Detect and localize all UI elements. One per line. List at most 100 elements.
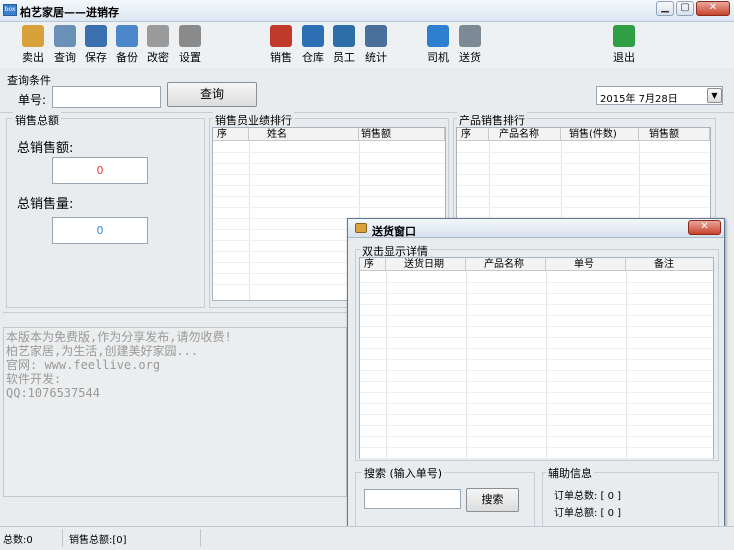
column-header[interactable]: 销售(件数)	[561, 128, 639, 141]
total-qty-value: 0	[52, 217, 148, 244]
product-ranking-legend: 产品销售排行	[457, 112, 527, 128]
status-bar: 总数:0 销售总额:[0]	[0, 526, 734, 550]
backup-icon	[116, 25, 138, 47]
building-chart-icon	[365, 25, 387, 47]
toolbar-button[interactable]: 备份	[112, 25, 142, 65]
magnifier-icon	[54, 25, 76, 47]
toolbar-button[interactable]: 统计	[361, 25, 391, 65]
toolbar-button[interactable]: 保存	[81, 25, 111, 65]
grid-row-line	[213, 185, 445, 186]
chevron-down-icon[interactable]: ▼	[707, 88, 722, 103]
grid-row-line	[360, 425, 713, 426]
column-header[interactable]: 姓名	[249, 128, 359, 141]
order-number-input[interactable]	[52, 86, 161, 108]
toolbar-button[interactable]: 设置	[175, 25, 205, 65]
toolbar-button[interactable]: 卖出	[18, 25, 48, 65]
toolbar-button-label: 司机	[427, 51, 449, 64]
delivery-search-button[interactable]: 搜索	[466, 488, 519, 512]
grid-row-line	[213, 196, 445, 197]
notice-line: 本版本为免费版,作为分享发布,请勿收费!	[6, 330, 232, 344]
app-box-icon: box	[3, 4, 17, 16]
toolbar-button[interactable]: 仓库	[298, 25, 328, 65]
dialog-close-button[interactable]: ✕	[688, 220, 721, 235]
divider	[0, 112, 734, 113]
delivery-search-input[interactable]	[364, 489, 461, 509]
grid-row-line	[457, 152, 710, 153]
total-amount-label: 总销售额:	[17, 141, 74, 156]
toolbar-button-label: 保存	[85, 51, 107, 64]
toolbar-button[interactable]: 查询	[50, 25, 80, 65]
status-sales-total: 销售总额:[0]	[69, 535, 127, 546]
grid-row-line	[360, 359, 713, 360]
toolbar: 卖出 查询 保存 备份 改密 设置 销售 仓库 员工 统计 司机 送货 退出	[0, 22, 734, 68]
toolbar-button-label: 统计	[365, 51, 387, 64]
grid-row-line	[457, 174, 710, 175]
box-icon	[302, 25, 324, 47]
column-header[interactable]: 产品名称	[466, 258, 546, 271]
delivery-window-icon	[355, 223, 367, 233]
product-ranking-grid[interactable]: 序 产品名称 销售(件数) 销售额	[456, 127, 711, 225]
aux-info-legend: 辅助信息	[546, 465, 594, 481]
toolbar-button[interactable]: 改密	[143, 25, 173, 65]
truck-icon	[459, 25, 481, 47]
toolbar-button-label: 仓库	[302, 51, 324, 64]
toolbar-button[interactable]: 退出	[609, 25, 639, 65]
grid-row-line	[360, 348, 713, 349]
total-amount-value: 0	[52, 157, 148, 184]
delivery-dialog[interactable]: 送货窗口 ✕ 双击显示详情 序 送货日期 产品名称 单号 备注 搜索 (输入单号…	[347, 218, 725, 537]
query-button[interactable]: 查询	[167, 82, 257, 107]
grid-row-line	[213, 207, 445, 208]
toolbar-button[interactable]: 销售	[266, 25, 296, 65]
toolbar-button[interactable]: 送货	[455, 25, 485, 65]
notice-line: 官网: www.feellive.org	[6, 358, 161, 372]
save-icon	[85, 25, 107, 47]
status-divider	[200, 529, 201, 547]
column-header[interactable]: 销售额	[359, 128, 445, 141]
search-legend: 搜索 (输入单号)	[362, 465, 445, 481]
maximize-button[interactable]: ▢	[676, 1, 694, 16]
grid-row-line	[360, 458, 713, 459]
grid-row-line	[360, 403, 713, 404]
toolbar-button[interactable]: 司机	[423, 25, 453, 65]
basket-icon	[270, 25, 292, 47]
toolbar-button-label: 设置	[179, 51, 201, 64]
grid-row-line	[457, 163, 710, 164]
date-picker[interactable]: 2015年 7月28日 ▼	[596, 86, 723, 105]
grid-row-line	[360, 315, 713, 316]
grid-row-line	[360, 282, 713, 283]
grid-row-line	[360, 370, 713, 371]
query-legend: 查询条件	[7, 74, 51, 87]
column-header[interactable]: 序	[213, 128, 249, 141]
grid-row-line	[457, 207, 710, 208]
grid-row-line	[457, 196, 710, 197]
notice-line: 软件开发:	[6, 372, 62, 386]
close-button[interactable]: ✕	[696, 1, 730, 16]
grid-row-line	[360, 392, 713, 393]
delivery-grid[interactable]: 序 送货日期 产品名称 单号 备注	[359, 257, 714, 459]
grid-row-line	[213, 174, 445, 175]
title-bar[interactable]: box 柏艺家居——进销存 ▁ ▢ ✕	[0, 0, 734, 22]
minimize-button[interactable]: ▁	[656, 1, 674, 16]
staff-ranking-legend: 销售员业绩排行	[213, 112, 294, 128]
grid-row-line	[213, 163, 445, 164]
window-title: 柏艺家居——进销存	[20, 6, 119, 19]
dialog-title: 送货窗口	[372, 225, 416, 238]
column-header[interactable]: 单号	[546, 258, 626, 271]
grid-row-line	[457, 185, 710, 186]
column-header[interactable]: 备注	[626, 258, 713, 271]
divider	[3, 312, 347, 326]
column-header[interactable]: 产品名称	[489, 128, 561, 141]
toolbar-button-label: 卖出	[22, 51, 44, 64]
lock-icon	[147, 25, 169, 47]
order-count-text: 订单总数: [ 0 ]	[554, 491, 622, 502]
grid-row-line	[360, 326, 713, 327]
dialog-title-bar[interactable]: 送货窗口 ✕	[348, 219, 724, 238]
toolbar-button[interactable]: 员工	[329, 25, 359, 65]
order-number-label: 单号:	[18, 93, 47, 107]
grid-row-line	[360, 436, 713, 437]
column-header[interactable]: 销售额	[639, 128, 710, 141]
date-value: 2015年 7月28日	[600, 94, 678, 105]
column-header[interactable]: 送货日期	[386, 258, 466, 271]
column-header[interactable]: 序	[360, 258, 386, 271]
column-header[interactable]: 序	[457, 128, 489, 141]
